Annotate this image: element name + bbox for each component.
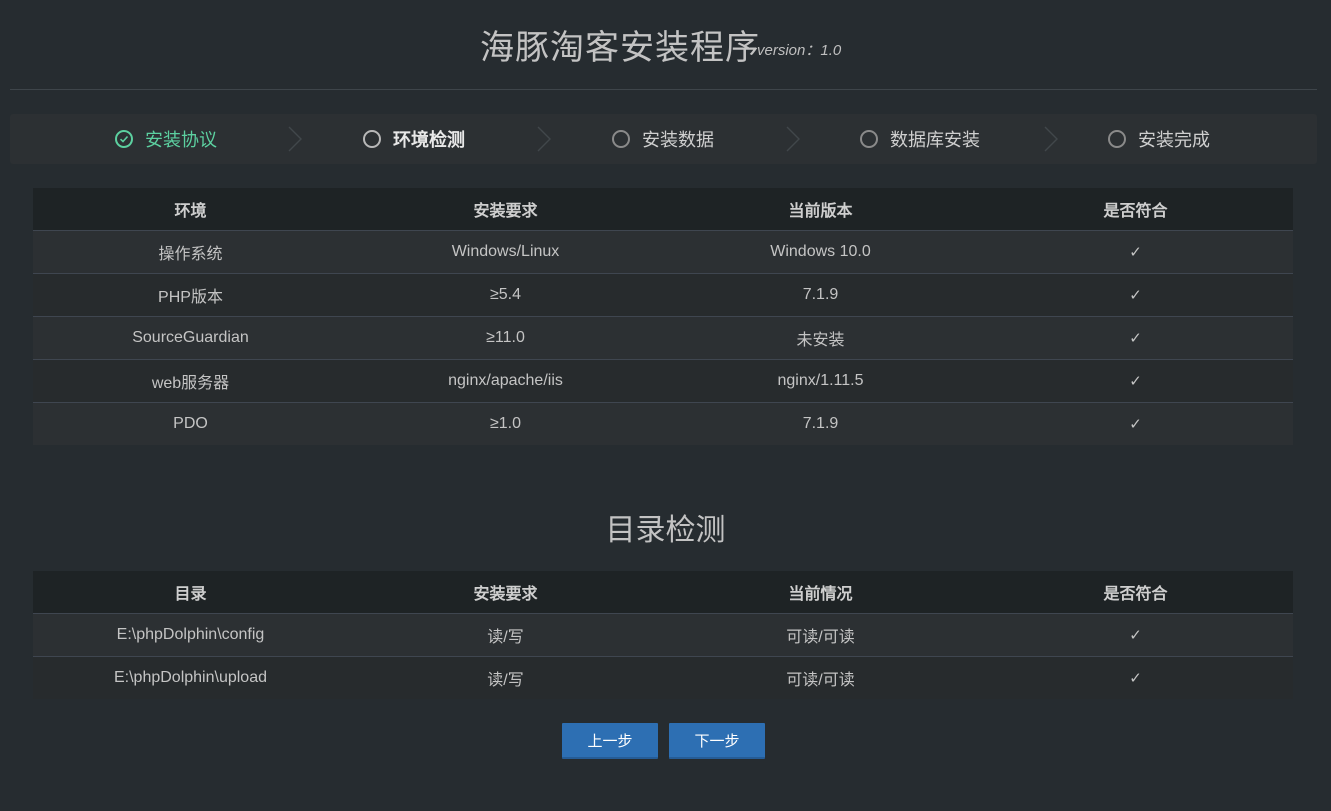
step-progress-bar: 安装协议 环境检测 安装数据 数据库安装 安装完成	[10, 114, 1317, 164]
env-required: ≥11.0	[348, 316, 663, 360]
dir-path: E:\phpDolphin\config	[33, 613, 348, 657]
next-step-button[interactable]: 下一步	[669, 723, 765, 759]
dir-required: 读/写	[348, 613, 663, 657]
check-icon: ✓	[978, 402, 1293, 445]
step-install-data: 安装数据	[612, 114, 714, 164]
step-label: 环境检测	[393, 130, 465, 150]
check-icon: ✓	[978, 359, 1293, 403]
table-row: 操作系统 Windows/Linux Windows 10.0 ✓	[33, 230, 1293, 274]
table-row: E:\phpDolphin\upload 读/写 可读/可读 ✓	[33, 656, 1293, 699]
installer-page: 海豚淘客安装程序 version：1.0 安装协议 环境检测 安装数据 数据库安…	[0, 0, 1331, 811]
step-database-install: 数据库安装	[860, 114, 980, 164]
env-name: web服务器	[33, 359, 348, 403]
table-row: E:\phpDolphin\config 读/写 可读/可读 ✓	[33, 613, 1293, 657]
table-header-row: 环境 安装要求 当前版本 是否符合	[33, 188, 1293, 231]
column-header: 是否符合	[978, 571, 1293, 614]
check-icon: ✓	[978, 230, 1293, 274]
table-header-row: 目录 安装要求 当前情况 是否符合	[33, 571, 1293, 614]
header-divider	[10, 89, 1317, 90]
dir-required: 读/写	[348, 656, 663, 699]
env-name: PDO	[33, 402, 348, 445]
env-required: ≥5.4	[348, 273, 663, 317]
circle-icon	[363, 130, 381, 148]
chevron-right-icon	[1044, 126, 1058, 152]
check-circle-icon	[115, 130, 133, 148]
env-required: ≥1.0	[348, 402, 663, 445]
check-icon: ✓	[978, 656, 1293, 699]
check-icon: ✓	[978, 273, 1293, 317]
header: 海豚淘客安装程序 version：1.0	[0, 0, 1331, 90]
circle-icon	[1108, 130, 1126, 148]
environment-table: 环境 安装要求 当前版本 是否符合 操作系统 Windows/Linux Win…	[33, 188, 1293, 445]
chevron-right-icon	[537, 126, 551, 152]
step-label: 数据库安装	[890, 130, 980, 150]
step-license: 安装协议	[115, 114, 217, 164]
step-environment-check: 环境检测	[363, 114, 465, 164]
column-header: 环境	[33, 188, 348, 231]
chevron-right-icon	[288, 126, 302, 152]
column-header: 安装要求	[348, 571, 663, 614]
env-required: Windows/Linux	[348, 230, 663, 274]
column-header: 是否符合	[978, 188, 1293, 231]
check-icon: ✓	[978, 613, 1293, 657]
step-complete: 安装完成	[1108, 114, 1210, 164]
env-current: 7.1.9	[663, 273, 978, 317]
env-name: PHP版本	[33, 273, 348, 317]
column-header: 当前版本	[663, 188, 978, 231]
previous-step-button[interactable]: 上一步	[562, 723, 658, 759]
env-current: 未安装	[663, 316, 978, 360]
table-row: PHP版本 ≥5.4 7.1.9 ✓	[33, 273, 1293, 317]
directory-section-title: 目录检测	[605, 514, 726, 547]
directory-table: 目录 安装要求 当前情况 是否符合 E:\phpDolphin\config 读…	[33, 571, 1293, 699]
page-title: 海豚淘客安装程序	[480, 29, 760, 67]
step-label: 安装数据	[642, 130, 714, 150]
table-row: SourceGuardian ≥11.0 未安装 ✓	[33, 316, 1293, 360]
chevron-right-icon	[786, 126, 800, 152]
env-name: SourceGuardian	[33, 316, 348, 360]
env-current: nginx/1.11.5	[663, 359, 978, 403]
table-row: web服务器 nginx/apache/iis nginx/1.11.5 ✓	[33, 359, 1293, 403]
circle-icon	[860, 130, 878, 148]
env-current: 7.1.9	[663, 402, 978, 445]
dir-current: 可读/可读	[663, 656, 978, 699]
env-current: Windows 10.0	[663, 230, 978, 274]
column-header: 目录	[33, 571, 348, 614]
env-required: nginx/apache/iis	[348, 359, 663, 403]
step-label: 安装完成	[1138, 130, 1210, 150]
column-header: 安装要求	[348, 188, 663, 231]
circle-icon	[612, 130, 630, 148]
column-header: 当前情况	[663, 571, 978, 614]
dir-path: E:\phpDolphin\upload	[33, 656, 348, 699]
step-label: 安装协议	[145, 130, 217, 150]
table-row: PDO ≥1.0 7.1.9 ✓	[33, 402, 1293, 445]
check-icon: ✓	[978, 316, 1293, 360]
env-name: 操作系统	[33, 230, 348, 274]
dir-current: 可读/可读	[663, 613, 978, 657]
version-label: version：1.0	[757, 42, 842, 59]
